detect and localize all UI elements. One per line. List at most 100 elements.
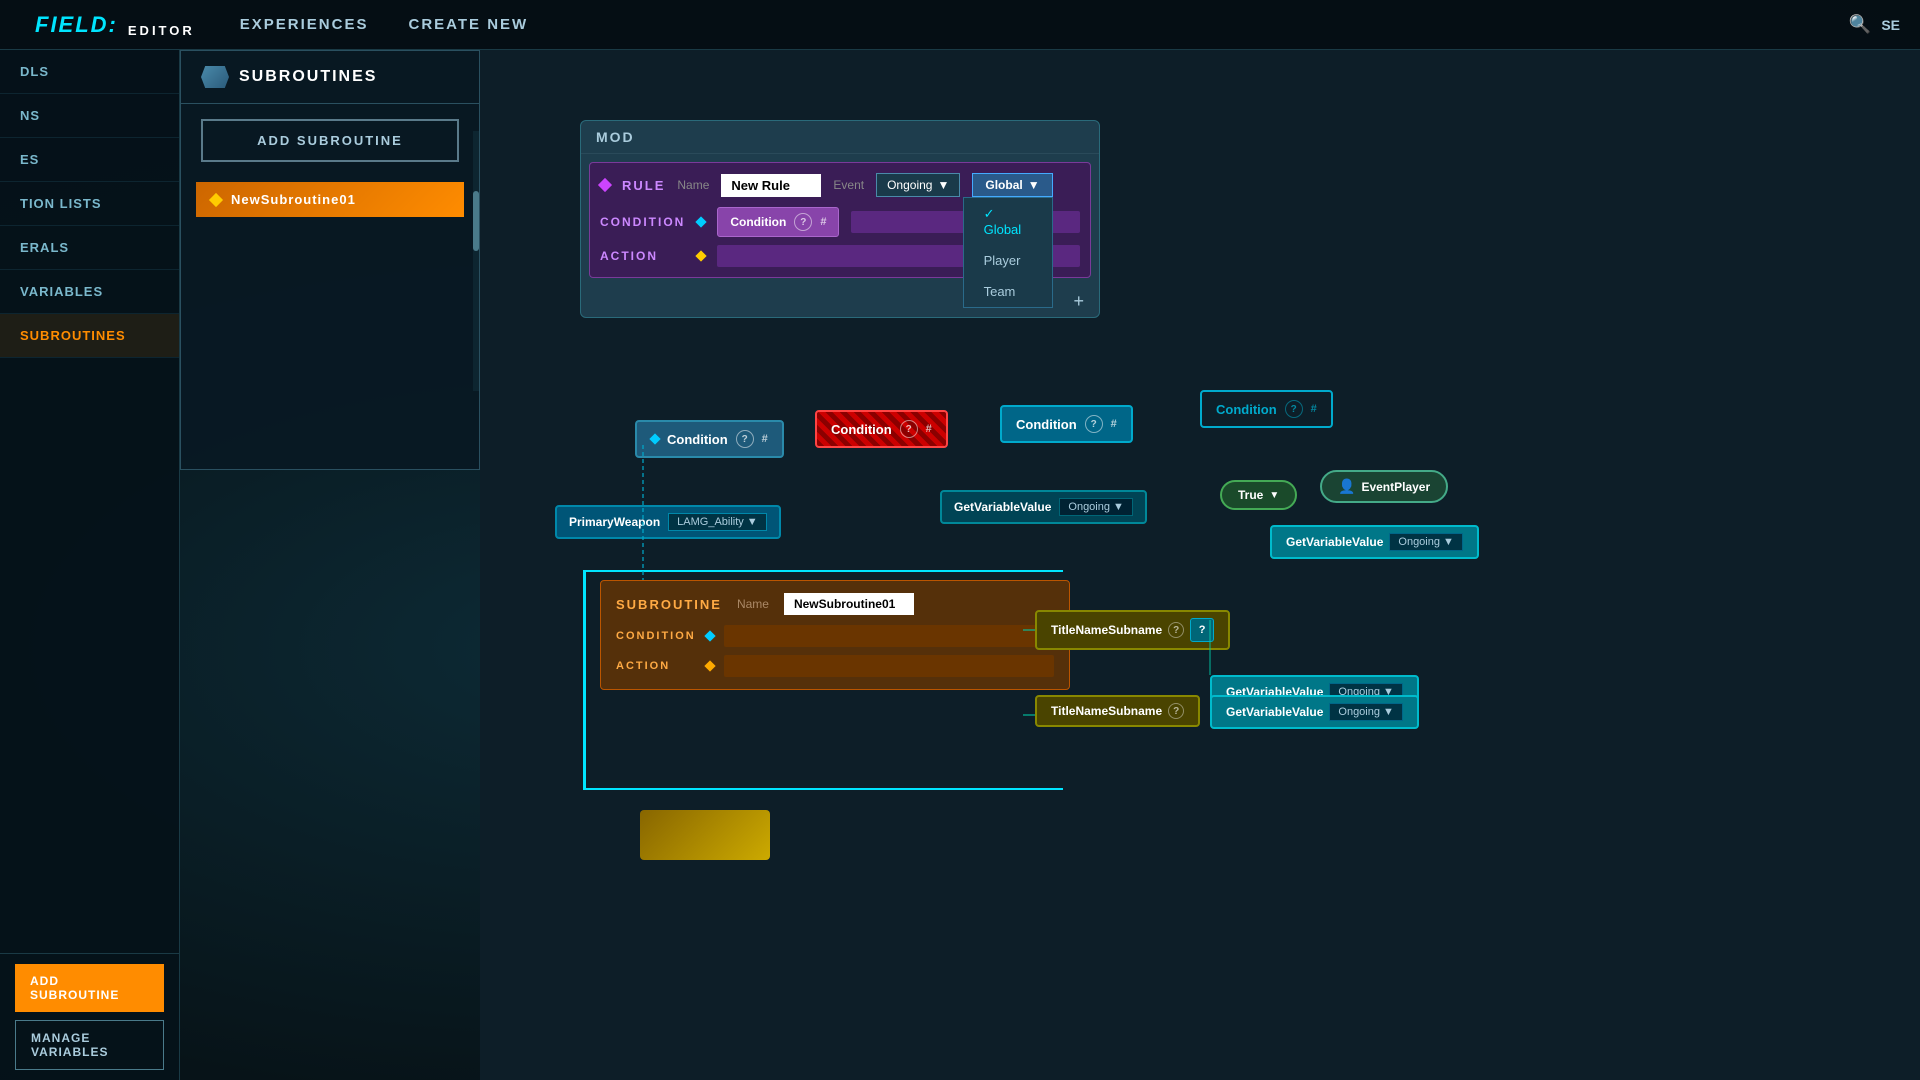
sidebar-item-dls[interactable]: DLS — [0, 50, 179, 94]
scope-chevron-icon: ▼ — [1028, 178, 1040, 192]
subroutine-name-input[interactable] — [784, 593, 914, 615]
rule-header: RULE Name Event Ongoing ▼ Global ▼ — [600, 173, 1080, 197]
condition-node-red-hash: # — [926, 423, 932, 435]
titlename-subname-1[interactable]: TitleNameSubname ? ? — [1035, 610, 1230, 650]
getvariablevalue-bottom-2[interactable]: GetVariableValue Ongoing ▼ — [1210, 695, 1419, 729]
bottom-add-subroutine[interactable]: ADD SUBROUTINE — [15, 964, 164, 1012]
getvariablevalue-node-1[interactable]: GetVariableValue Ongoing ▼ — [940, 490, 1147, 524]
lamg-chevron-icon: ▼ — [747, 516, 758, 528]
getvariablevalue-right-label: GetVariableValue — [1286, 535, 1383, 549]
subroutine-condition-diamond — [704, 630, 715, 641]
sidebar-item-subroutines[interactable]: SUBROUTINES — [0, 314, 179, 358]
logo-editor: EDITOR — [128, 23, 195, 38]
subroutines-title: SUBROUTINES — [239, 68, 377, 86]
mod-block: MOD RULE Name Event Ongoing ▼ Global ▼ — [580, 120, 1100, 318]
condition-node-outline-text: Condition — [1216, 402, 1277, 417]
scope-dropdown-menu: ✓ Global Player Team — [963, 197, 1053, 308]
true-chevron-icon: ▼ — [1269, 490, 1279, 501]
event-player-node[interactable]: 👤 EventPlayer — [1320, 470, 1448, 503]
main-canvas: MOD RULE Name Event Ongoing ▼ Global ▼ — [480, 50, 1920, 1080]
lamg-ability-value: LAMG_Ability — [677, 516, 744, 528]
subroutine-action-label: ACTION — [616, 660, 696, 672]
event-value: Ongoing — [887, 178, 932, 192]
condition-diamond — [696, 216, 707, 227]
mod-label: MOD — [581, 121, 1099, 154]
subroutine-item-0[interactable]: NewSubroutine01 — [196, 182, 464, 217]
plus-button-2[interactable]: + — [1073, 291, 1084, 312]
rule-name-input[interactable] — [721, 174, 821, 197]
scope-global-label: Global — [984, 222, 1022, 237]
condition-node-cyan-q: ? — [1085, 415, 1103, 433]
nav-items: EXPERIENCES CREATE NEW — [240, 11, 528, 38]
getvariablevalue-right-chevron: ▼ — [1443, 536, 1454, 548]
search-area: 🔍 SE — [1849, 14, 1900, 35]
add-subroutine-button[interactable]: ADD SUBROUTINE — [201, 119, 459, 162]
event-player-icon: 👤 — [1338, 478, 1355, 495]
condition-node-red[interactable]: Condition ? # — [815, 410, 948, 448]
titlename-question-2: ? — [1168, 703, 1184, 719]
condition-node-blue-hash: # — [762, 433, 768, 445]
search-text: SE — [1881, 17, 1900, 33]
subroutine-name: NewSubroutine01 — [231, 192, 356, 207]
yellow-bar-bottom — [640, 810, 770, 860]
sidebar-item-ns[interactable]: NS — [0, 94, 179, 138]
subroutine-action-row: ACTION — [616, 655, 1054, 677]
checkmark-icon: ✓ — [984, 206, 995, 221]
titlename-subname-2[interactable]: TitleNameSubname ? — [1035, 695, 1200, 727]
scroll-track — [473, 131, 479, 391]
getvariablevalue-bottom-dropdown-2[interactable]: Ongoing ▼ — [1329, 703, 1402, 721]
condition-node-red-q: ? — [900, 420, 918, 438]
titlename-info-btn-1[interactable]: ? — [1190, 618, 1214, 642]
scope-option-team[interactable]: Team — [964, 276, 1052, 307]
search-icon[interactable]: 🔍 — [1849, 14, 1871, 35]
scope-dropdown-button[interactable]: Global ▼ — [972, 173, 1052, 197]
condition-row-label: CONDITION — [600, 215, 685, 229]
scroll-thumb[interactable] — [473, 191, 479, 251]
condition-node-cyan[interactable]: Condition ? # — [1000, 405, 1133, 443]
nav-create-new[interactable]: CREATE NEW — [408, 11, 528, 38]
subroutines-panel: SUBROUTINES ADD SUBROUTINE NewSubroutine… — [180, 50, 480, 470]
getvariablevalue-bottom-label-2: GetVariableValue — [1226, 705, 1323, 719]
sidebar-item-erals[interactable]: ERALS — [0, 226, 179, 270]
sidebar-item-es[interactable]: ES — [0, 138, 179, 182]
condition-node-blue-q: ? — [736, 430, 754, 448]
condition-badge[interactable]: Condition ? # — [717, 207, 839, 237]
bottom-manage-variables[interactable]: MANAGE VARIABLES — [15, 1020, 164, 1070]
condition-text: Condition — [730, 215, 786, 229]
subroutine-condition-row: CONDITION — [616, 625, 1054, 647]
subroutine-action-diamond — [704, 660, 715, 671]
condition-node-blue[interactable]: Condition ? # — [635, 420, 784, 458]
getvariablevalue-chevron-1: ▼ — [1113, 501, 1124, 513]
name-label: Name — [677, 178, 709, 192]
subroutine-condition-bar — [724, 625, 1054, 647]
getvariablevalue-dropdown-1[interactable]: Ongoing ▼ — [1059, 498, 1132, 516]
sidebar-item-tion-lists[interactable]: TION LISTS — [0, 182, 179, 226]
action-row-label: ACTION — [600, 249, 685, 263]
action-diamond — [695, 250, 706, 261]
event-player-label: EventPlayer — [1361, 480, 1430, 494]
logo-field: FIELD: — [15, 12, 138, 38]
event-dropdown[interactable]: Ongoing ▼ — [876, 173, 960, 197]
subroutine-block-header: SUBROUTINE Name — [616, 593, 1054, 615]
nav-experiences[interactable]: EXPERIENCES — [240, 11, 369, 38]
true-node[interactable]: True ▼ — [1220, 480, 1297, 510]
condition-node-outline-q: ? — [1285, 400, 1303, 418]
event-label: Event — [833, 178, 864, 192]
condition-node-cyan-text: Condition — [1016, 417, 1077, 432]
getvariablevalue-ongoing-1: Ongoing — [1068, 501, 1110, 513]
primary-weapon-node[interactable]: PrimaryWeapon LAMG_Ability ▼ — [555, 505, 781, 539]
scope-option-global[interactable]: ✓ Global — [964, 198, 1052, 245]
getvariablevalue-right-ongoing: Ongoing — [1398, 536, 1440, 548]
subroutine-block: SUBROUTINE Name CONDITION ACTION — [600, 580, 1070, 690]
question-icon: ? — [794, 213, 812, 231]
lamg-ability-dropdown[interactable]: LAMG_Ability ▼ — [668, 513, 767, 531]
subroutines-header: SUBROUTINES — [181, 51, 479, 104]
subroutine-block-label: SUBROUTINE — [616, 597, 722, 612]
condition-node-outline[interactable]: Condition ? # — [1200, 390, 1333, 428]
sidebar-item-variables[interactable]: VARIABLES — [0, 270, 179, 314]
left-sidebar: DLS NS ES TION LISTS ERALS VARIABLES SUB… — [0, 50, 180, 1080]
getvariablevalue-right-dropdown[interactable]: Ongoing ▼ — [1389, 533, 1462, 551]
scope-option-player[interactable]: Player — [964, 245, 1052, 276]
subroutine-condition-label: CONDITION — [616, 630, 696, 642]
getvariablevalue-right[interactable]: GetVariableValue Ongoing ▼ — [1270, 525, 1479, 559]
